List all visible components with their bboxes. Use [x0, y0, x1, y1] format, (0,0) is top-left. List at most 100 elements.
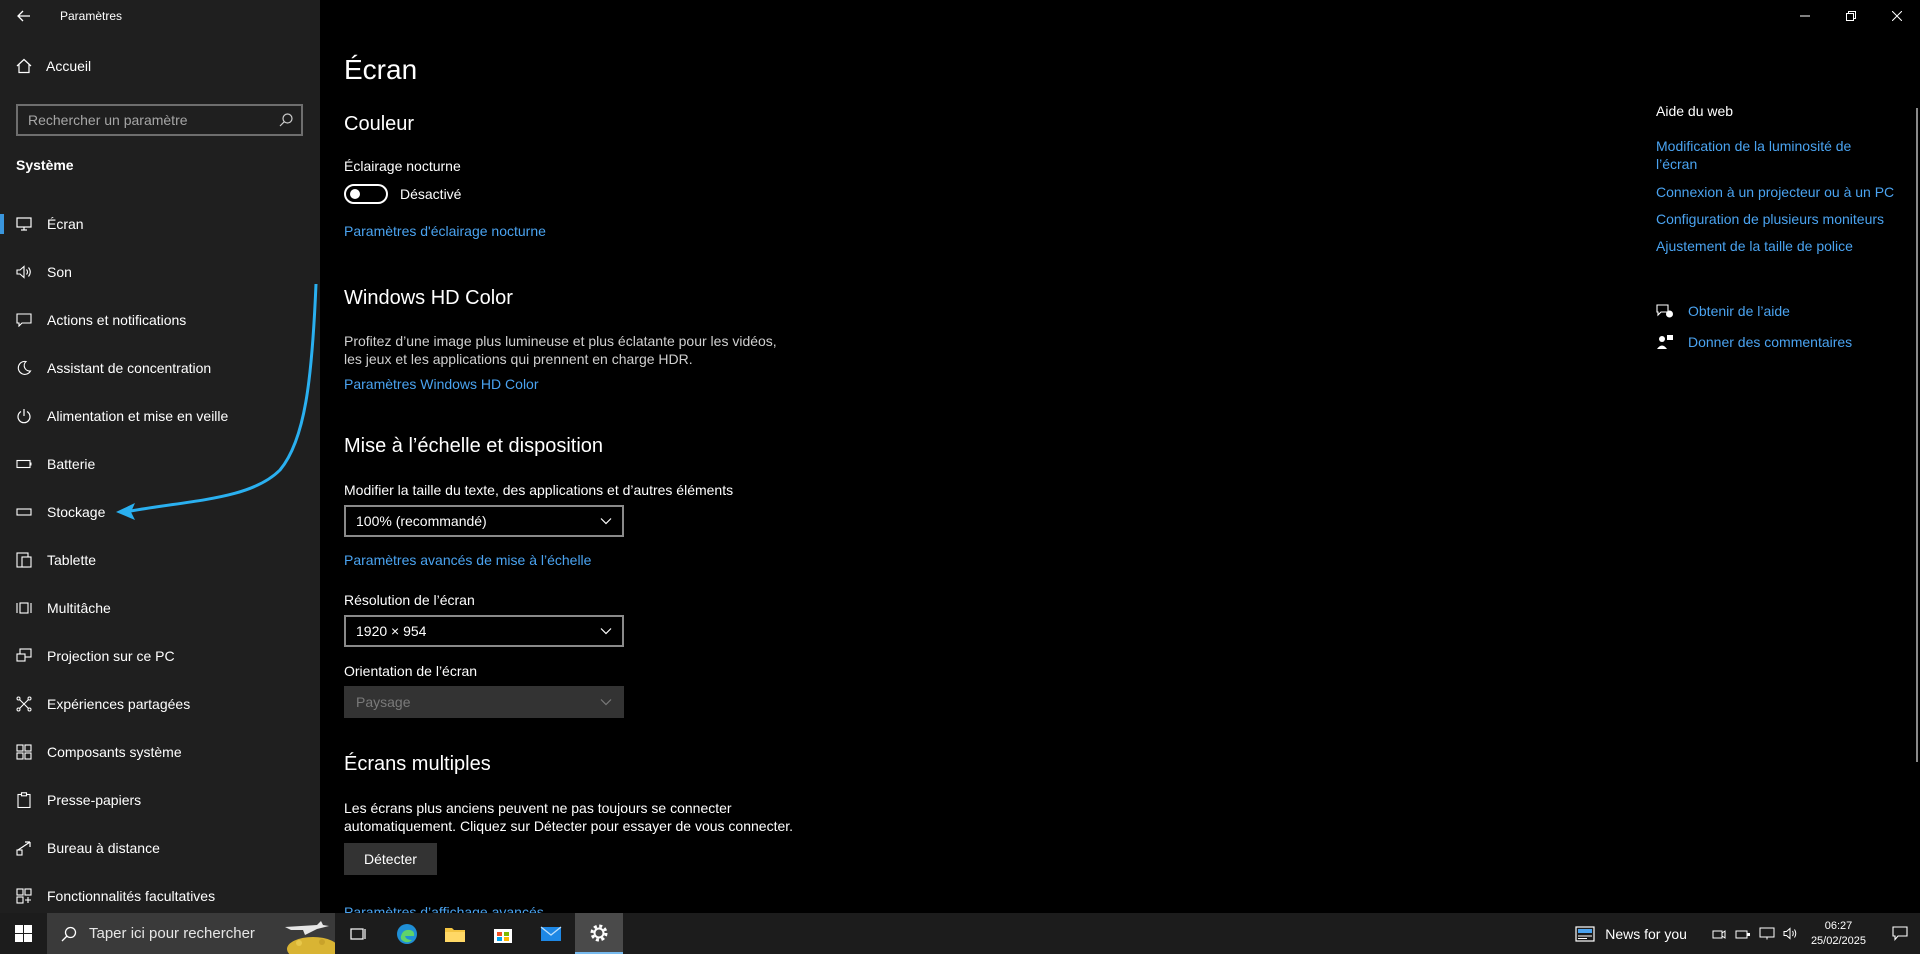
resolution-dropdown-value: 1920 × 954 [356, 623, 427, 639]
settings-taskbar-button[interactable] [575, 913, 623, 954]
color-heading: Couleur [344, 113, 415, 135]
scale-dropdown[interactable]: 100% (recommandé) [344, 505, 624, 537]
taskbar-search-input[interactable] [89, 925, 259, 942]
feedback-link[interactable]: Donner des commentaires [1656, 334, 1852, 350]
back-button[interactable] [0, 0, 48, 32]
detect-button[interactable]: Détecter [344, 843, 437, 875]
search-icon[interactable] [279, 113, 293, 127]
sidebar-item-concentration[interactable]: Assistant de concentration [0, 344, 320, 392]
sidebar-item-multitache[interactable]: Multitâche [0, 584, 320, 632]
search-icon [61, 926, 77, 941]
sidebar-item-label: Actions et notifications [47, 312, 187, 328]
orientation-dropdown-value: Paysage [356, 694, 411, 710]
sidebar-item-actions-notifications[interactable]: Actions et notifications [0, 296, 320, 344]
feedback-label: Donner des commentaires [1688, 334, 1853, 350]
task-view-button[interactable] [335, 913, 383, 954]
sidebar-item-label: Composants système [47, 744, 182, 760]
gear-icon [590, 924, 608, 941]
settings-search-box[interactable] [16, 104, 303, 136]
help-link-multiple-monitors[interactable]: Configuration de plusieurs moniteurs [1656, 210, 1896, 228]
hdr-heading: Windows HD Color [344, 287, 513, 309]
task-view-icon [350, 927, 366, 940]
scale-dropdown-value: 100% (recommandé) [356, 513, 487, 529]
battery-icon [16, 456, 32, 472]
help-link-font-size[interactable]: Ajustement de la taille de police [1656, 237, 1896, 255]
chevron-down-icon [600, 518, 612, 525]
chevron-down-icon [600, 628, 612, 635]
news-widget[interactable]: News for you [1575, 926, 1687, 942]
sidebar-item-experiences-partagees[interactable]: Expériences partagées [0, 680, 320, 728]
scrollbar[interactable] [1916, 108, 1918, 762]
sidebar-item-label: Expériences partagées [47, 696, 191, 712]
page-title: Écran [344, 54, 418, 85]
settings-search-input[interactable] [28, 112, 279, 128]
volume-icon [1783, 927, 1797, 940]
sidebar-item-alimentation[interactable]: Alimentation et mise en veille [0, 392, 320, 440]
chevron-down-icon [600, 699, 612, 706]
multitask-icon [16, 600, 32, 616]
tablet-icon [16, 552, 32, 568]
home-link[interactable]: Accueil [16, 58, 91, 74]
night-light-toggle[interactable] [344, 184, 388, 204]
orientation-dropdown[interactable]: Paysage [344, 686, 624, 718]
hdr-settings-link[interactable]: Paramètres Windows HD Color [344, 376, 539, 392]
power-icon [16, 408, 32, 424]
sidebar-item-batterie[interactable]: Batterie [0, 440, 320, 488]
system-tray: News for you 06:27 25/02/2025 [1575, 913, 1920, 954]
advanced-scaling-link[interactable]: Paramètres avancés de mise à l’échelle [344, 552, 591, 568]
sidebar-item-projection[interactable]: Projection sur ce PC [0, 632, 320, 680]
optional-features-icon [16, 888, 32, 904]
edge-icon [397, 923, 417, 944]
file-explorer-taskbar-button[interactable] [431, 913, 479, 954]
speaker-icon [16, 264, 32, 280]
sidebar-item-label: Assistant de concentration [47, 360, 212, 376]
store-taskbar-button[interactable] [479, 913, 527, 954]
back-arrow-icon [17, 10, 30, 22]
mail-taskbar-button[interactable] [527, 913, 575, 954]
restore-button[interactable] [1828, 0, 1874, 32]
night-light-settings-link[interactable]: Paramètres d'éclairage nocturne [344, 223, 546, 239]
app-title: Paramètres [60, 9, 123, 23]
sidebar-item-ecran[interactable]: Écran [0, 200, 320, 248]
get-help-link[interactable]: Obtenir de l’aide [1656, 303, 1790, 319]
sidebar-item-label: Écran [47, 216, 84, 232]
sidebar-item-presse-papiers[interactable]: Presse-papiers [0, 776, 320, 824]
feedback-icon [1657, 335, 1673, 349]
network-tray-button[interactable] [1755, 927, 1779, 940]
text-size-label: Modifier la taille du texte, des applica… [344, 482, 734, 498]
minimize-icon [1800, 15, 1810, 17]
hardware-tray-button[interactable] [1731, 928, 1755, 940]
resolution-label: Résolution de l’écran [344, 592, 475, 608]
news-icon [1575, 925, 1595, 942]
camera-tray-button[interactable] [1707, 928, 1731, 940]
sidebar-item-son[interactable]: Son [0, 248, 320, 296]
help-link-projector[interactable]: Connexion à un projecteur ou à un PC [1656, 183, 1896, 201]
shared-icon [16, 696, 32, 712]
news-label: News for you [1605, 925, 1687, 942]
sidebar-item-bureau-distance[interactable]: Bureau à distance [0, 824, 320, 872]
sidebar-nav: Écran Son Actions et notifications Assis… [0, 200, 320, 920]
help-link-brightness[interactable]: Modification de la luminosité de l’écran [1656, 137, 1896, 173]
sidebar-item-tablette[interactable]: Tablette [0, 536, 320, 584]
taskbar-search[interactable] [47, 913, 335, 954]
notification-icon [1892, 926, 1908, 941]
edge-taskbar-button[interactable] [383, 913, 431, 954]
sidebar-item-stockage[interactable]: Stockage [0, 488, 320, 536]
camera-icon [1712, 929, 1726, 939]
volume-tray-button[interactable] [1779, 927, 1803, 940]
sidebar-item-label: Son [47, 264, 72, 280]
sidebar-item-label: Bureau à distance [47, 840, 160, 856]
window-controls [1782, 0, 1920, 32]
resolution-dropdown[interactable]: 1920 × 954 [344, 615, 624, 647]
sidebar-item-composants-systeme[interactable]: Composants système [0, 728, 320, 776]
notification-center-button[interactable] [1880, 926, 1920, 941]
taskbar: News for you 06:27 25/02/2025 [0, 913, 1920, 954]
monitor-icon [16, 216, 32, 232]
notification-icon [16, 312, 32, 328]
hdr-description-line1: Profitez d’une image plus lumineuse et p… [344, 333, 777, 349]
close-button[interactable] [1874, 0, 1920, 32]
minimize-button[interactable] [1782, 0, 1828, 32]
start-button[interactable] [0, 913, 47, 954]
clock[interactable]: 06:27 25/02/2025 [1811, 919, 1866, 949]
network-icon [1759, 927, 1775, 940]
